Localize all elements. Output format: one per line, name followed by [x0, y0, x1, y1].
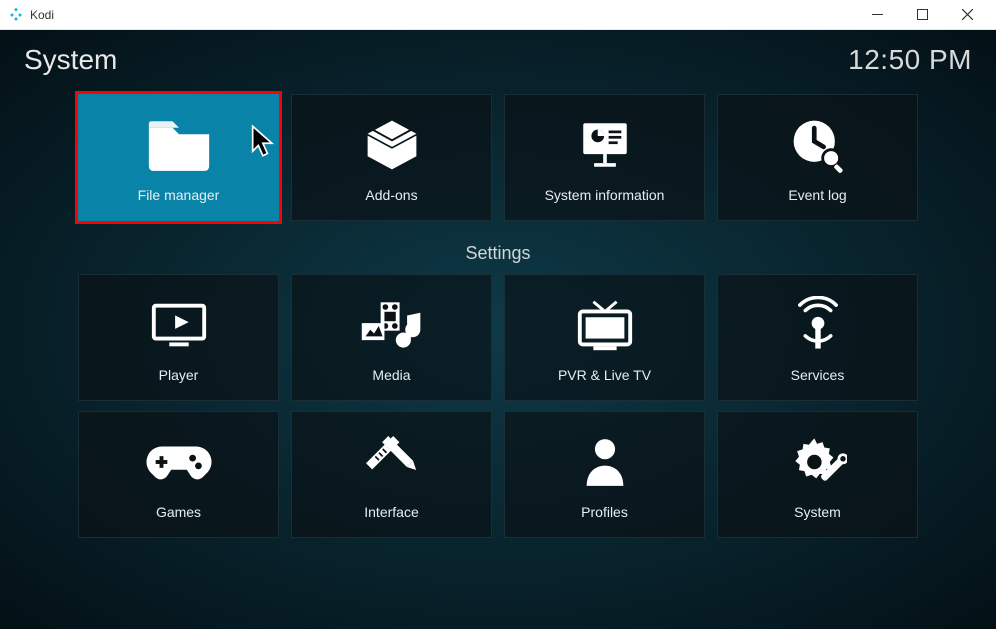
gamepad-icon — [139, 430, 219, 494]
kodi-logo-icon — [8, 7, 24, 23]
broadcast-icon — [778, 293, 858, 357]
tile-services[interactable]: Services — [717, 274, 918, 401]
tile-player[interactable]: Player — [78, 274, 279, 401]
close-button[interactable] — [945, 0, 990, 30]
window-titlebar: Kodi — [0, 0, 996, 30]
settings-section-title: Settings — [78, 243, 918, 264]
tile-media[interactable]: Media — [291, 274, 492, 401]
presentation-icon — [565, 113, 645, 177]
tile-file-manager[interactable]: File manager — [78, 94, 279, 221]
tile-games[interactable]: Games — [78, 411, 279, 538]
top-row: File manager Add-ons System information … — [78, 94, 918, 221]
tile-label: File manager — [138, 187, 220, 203]
ruler-pencil-icon — [352, 430, 432, 494]
tile-event-log[interactable]: Event log — [717, 94, 918, 221]
tile-interface[interactable]: Interface — [291, 411, 492, 538]
clock-search-icon — [778, 113, 858, 177]
window-title: Kodi — [30, 8, 54, 22]
tile-system-info[interactable]: System information — [504, 94, 705, 221]
clock: 12:50 PM — [848, 44, 972, 76]
media-collection-icon — [352, 293, 432, 357]
tile-pvr[interactable]: PVR & Live TV — [504, 274, 705, 401]
tile-label: Event log — [788, 187, 846, 203]
page-title: System — [24, 44, 117, 76]
tile-label: Services — [791, 367, 845, 383]
tile-label: System — [794, 504, 841, 520]
play-screen-icon — [139, 293, 219, 357]
tile-system[interactable]: System — [717, 411, 918, 538]
app-header: System 12:50 PM — [0, 30, 996, 84]
tile-label: Player — [159, 367, 199, 383]
minimize-button[interactable] — [855, 0, 900, 30]
tile-label: PVR & Live TV — [558, 367, 651, 383]
tile-addons[interactable]: Add-ons — [291, 94, 492, 221]
tile-label: Media — [372, 367, 410, 383]
gear-wrench-icon — [778, 430, 858, 494]
tile-label: Add-ons — [365, 187, 417, 203]
tile-label: System information — [545, 187, 665, 203]
tile-grid: File manager Add-ons System information … — [0, 94, 996, 560]
tile-label: Games — [156, 504, 201, 520]
box-icon — [352, 113, 432, 177]
tv-icon — [565, 293, 645, 357]
maximize-button[interactable] — [900, 0, 945, 30]
folder-icon — [139, 113, 219, 177]
person-icon — [565, 430, 645, 494]
settings-row-2: Games Interface — [78, 411, 918, 538]
tile-profiles[interactable]: Profiles — [504, 411, 705, 538]
app-body: System 12:50 PM File manager Add-ons — [0, 30, 996, 629]
tile-label: Interface — [364, 504, 418, 520]
tile-label: Profiles — [581, 504, 628, 520]
settings-row-1: Player Media — [78, 274, 918, 401]
